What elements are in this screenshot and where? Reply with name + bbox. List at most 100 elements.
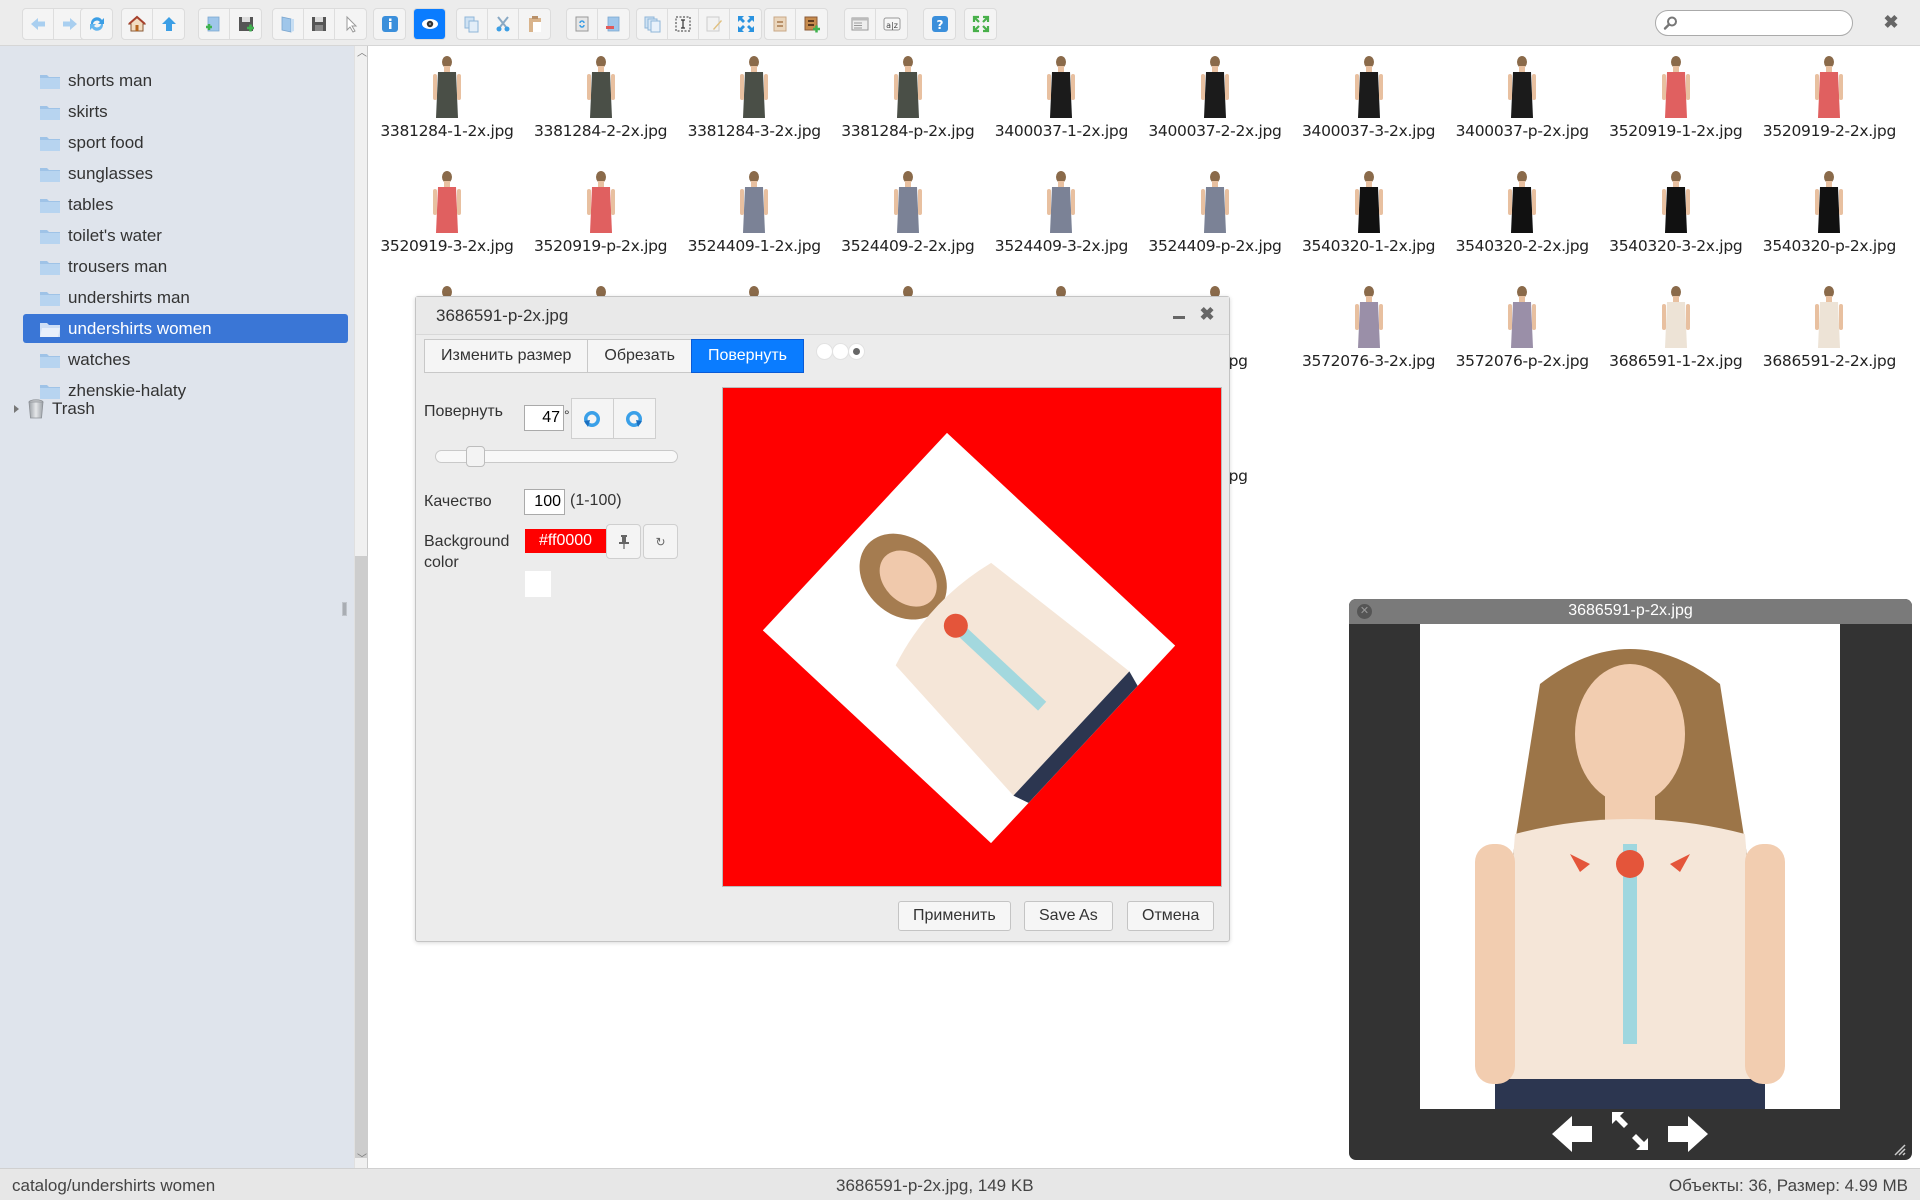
- close-icon[interactable]: ✖: [1199, 304, 1215, 324]
- file-item[interactable]: 3686591-1-2x.jpg: [1599, 280, 1753, 390]
- paste-button[interactable]: [519, 9, 550, 39]
- tree-item[interactable]: shorts man: [23, 66, 348, 95]
- next-arrow-icon[interactable]: [1668, 1116, 1708, 1152]
- file-item[interactable]: 3381284-2-2x.jpg: [524, 50, 678, 160]
- copy-files-button[interactable]: [637, 9, 668, 39]
- scroll-up-icon[interactable]: ︿: [356, 48, 368, 60]
- rename-button[interactable]: [668, 9, 699, 39]
- file-item[interactable]: 3524409-3-2x.jpg: [984, 165, 1138, 275]
- new-folder-button[interactable]: [199, 9, 230, 39]
- file-item[interactable]: 3520919-p-2x.jpg: [524, 165, 678, 275]
- file-thumbnail: [1047, 56, 1076, 118]
- file-item[interactable]: 3540320-2-2x.jpg: [1445, 165, 1599, 275]
- sidebar-scrollbar[interactable]: ︿ ﹀: [354, 46, 368, 1168]
- fullscreen-icon[interactable]: [1610, 1110, 1650, 1152]
- resize-button[interactable]: [730, 9, 761, 39]
- file-item[interactable]: 3524409-p-2x.jpg: [1138, 165, 1292, 275]
- expand-arrow-icon[interactable]: [14, 404, 19, 413]
- pager-dot[interactable]: [832, 343, 849, 360]
- pager-dot-current[interactable]: [848, 343, 865, 360]
- file-item[interactable]: 3381284-1-2x.jpg: [370, 50, 524, 160]
- previous-arrow-icon[interactable]: [1552, 1116, 1592, 1152]
- select-button[interactable]: [335, 9, 366, 39]
- delete-button[interactable]: [598, 9, 629, 39]
- tab-rotate[interactable]: Повернуть: [690, 339, 804, 373]
- file-item[interactable]: 3400037-2-2x.jpg: [1138, 50, 1292, 160]
- file-item[interactable]: 3686591-2-2x.jpg: [1752, 280, 1906, 390]
- search-box[interactable]: [1655, 10, 1853, 36]
- sidebar-scroll-thumb[interactable]: [355, 556, 368, 1158]
- back-button[interactable]: [23, 9, 54, 39]
- background-color-swatch[interactable]: #ff0000: [525, 529, 606, 553]
- resize-grip-icon[interactable]: [1892, 1142, 1906, 1156]
- quality-input[interactable]: [524, 489, 565, 515]
- duplicate-button[interactable]: [567, 9, 598, 39]
- cancel-button[interactable]: Отмена: [1127, 901, 1215, 931]
- sidebar-resize-handle[interactable]: [342, 602, 347, 616]
- copy-button[interactable]: [457, 9, 488, 39]
- save-as-button[interactable]: Save As: [1024, 901, 1113, 931]
- file-item[interactable]: 3381284-3-2x.jpg: [677, 50, 831, 160]
- apply-button[interactable]: Применить: [898, 901, 1011, 931]
- home-button[interactable]: [122, 9, 153, 39]
- tree-item[interactable]: tables: [23, 190, 348, 219]
- tree-item[interactable]: skirts: [23, 97, 348, 126]
- file-item[interactable]: 3540320-3-2x.jpg: [1599, 165, 1753, 275]
- dialog-titlebar[interactable]: 3686591-p-2x.jpg ✖: [416, 297, 1229, 335]
- file-item[interactable]: 3400037-1-2x.jpg: [984, 50, 1138, 160]
- file-item[interactable]: 3540320-p-2x.jpg: [1752, 165, 1906, 275]
- status-path: catalog/undershirts women: [12, 1176, 216, 1195]
- save-button[interactable]: [304, 9, 335, 39]
- file-item[interactable]: 3520919-1-2x.jpg: [1599, 50, 1753, 160]
- tree-item[interactable]: toilet's water: [23, 221, 348, 250]
- pick-color-button[interactable]: [606, 524, 641, 559]
- file-item[interactable]: 3381284-p-2x.jpg: [831, 50, 985, 160]
- file-item[interactable]: 3520919-3-2x.jpg: [370, 165, 524, 275]
- tree-item[interactable]: watches: [23, 345, 348, 374]
- view-list-button[interactable]: [845, 9, 876, 39]
- file-name: 3524409-1-2x.jpg: [687, 237, 822, 255]
- save-new-button[interactable]: [230, 9, 261, 39]
- extract-button[interactable]: [765, 9, 796, 39]
- sort-button[interactable]: a|z: [876, 9, 907, 39]
- tab-crop[interactable]: Обрезать: [587, 339, 692, 373]
- reset-color-button[interactable]: ↻: [643, 524, 678, 559]
- file-item[interactable]: 3540320-1-2x.jpg: [1292, 165, 1446, 275]
- help-button[interactable]: ?: [924, 9, 955, 39]
- search-input[interactable]: [1682, 12, 1842, 34]
- tree-item[interactable]: sport food: [23, 128, 348, 157]
- file-item[interactable]: 3524409-1-2x.jpg: [677, 165, 831, 275]
- scroll-down-icon[interactable]: ﹀: [356, 1154, 368, 1166]
- archive-button[interactable]: [796, 9, 827, 39]
- rotate-degrees-input[interactable]: [524, 405, 564, 431]
- info-button[interactable]: [374, 9, 405, 39]
- file-item[interactable]: 3400037-p-2x.jpg: [1445, 50, 1599, 160]
- file-item[interactable]: 3400037-3-2x.jpg: [1292, 50, 1446, 160]
- rotate-left-button[interactable]: [572, 399, 614, 438]
- tree-item[interactable]: sunglasses: [23, 159, 348, 188]
- view-button[interactable]: [414, 9, 445, 39]
- tree-item[interactable]: undershirts man: [23, 283, 348, 312]
- file-item[interactable]: 3524409-2-2x.jpg: [831, 165, 985, 275]
- edit-button[interactable]: [699, 9, 730, 39]
- file-item[interactable]: 3572076-p-2x.jpg: [1445, 280, 1599, 390]
- cut-button[interactable]: [488, 9, 519, 39]
- file-item[interactable]: 3520919-2-2x.jpg: [1752, 50, 1906, 160]
- reload-button[interactable]: [81, 9, 112, 39]
- rotate-slider[interactable]: [435, 446, 678, 467]
- quicklook-titlebar[interactable]: ✕ 3686591-p-2x.jpg: [1349, 599, 1912, 624]
- pager-dot[interactable]: [816, 343, 833, 360]
- transparent-color-swatch[interactable]: [525, 571, 551, 597]
- tree-item[interactable]: undershirts women: [23, 314, 348, 343]
- open-button[interactable]: [273, 9, 304, 39]
- rotate-slider-handle[interactable]: [465, 446, 485, 467]
- rotate-right-button[interactable]: [614, 399, 656, 438]
- tree-item[interactable]: trousers man: [23, 252, 348, 281]
- file-item[interactable]: 3572076-3-2x.jpg: [1292, 280, 1446, 390]
- fullscreen-button[interactable]: [965, 9, 996, 39]
- minimize-icon[interactable]: [1171, 307, 1187, 323]
- up-button[interactable]: [153, 9, 184, 39]
- close-icon[interactable]: ✖: [1882, 13, 1900, 31]
- tree-item-trash[interactable]: Trash: [10, 394, 335, 423]
- tab-resize[interactable]: Изменить размер: [424, 339, 589, 373]
